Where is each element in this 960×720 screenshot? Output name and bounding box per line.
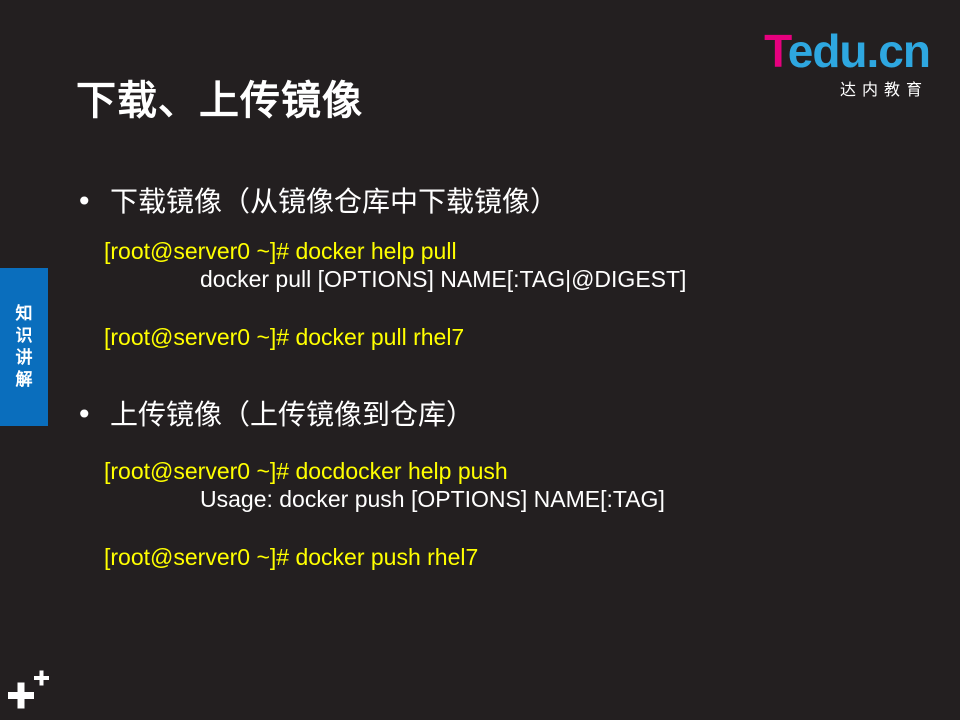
bullet-dot-icon: • [76, 185, 93, 218]
logo-wordmark: Tedu.cn [764, 25, 931, 77]
code-line: [root@server0 ~]# docker help pull [104, 238, 457, 264]
logo-letters-rest: edu.cn [787, 25, 931, 77]
slide-title: 下载、上传镜像 [76, 78, 363, 124]
code-line: [root@server0 ~]# docker push rhel7 [104, 544, 479, 570]
code-line: Usage: docker push [OPTIONS] NAME[:TAG] [200, 486, 665, 512]
code-block-download: [root@server0 ~]# docker help pull docke… [104, 237, 686, 351]
logo-subtitle: 达内教育 [839, 80, 928, 99]
bullet-download-image: • 下载镜像（从镜像仓库中下载镜像） [76, 180, 558, 220]
side-tab-char: 讲 [15, 348, 33, 368]
bullet-upload-image: • 上传镜像（上传镜像到仓库） [76, 393, 474, 433]
knowledge-explanation-tab: 知 识 讲 解 [0, 268, 48, 426]
tedu-logo: Tedu.cn 达内教育 [740, 25, 931, 99]
side-tab-char: 解 [15, 370, 33, 390]
bullet-dot-icon: • [76, 398, 93, 431]
code-block-upload: [root@server0 ~]# docdocker help push Us… [104, 457, 665, 571]
logo-letter-t: T [764, 25, 789, 77]
plus-decoration-icon [8, 670, 49, 709]
side-tab-char: 知 [15, 304, 33, 324]
code-line: docker pull [OPTIONS] NAME[:TAG|@DIGEST] [200, 266, 687, 292]
bullet-text: 下载镜像（从镜像仓库中下载镜像） [110, 185, 559, 218]
bullet-text: 上传镜像（上传镜像到仓库） [110, 398, 475, 431]
code-line: [root@server0 ~]# docker pull rhel7 [104, 324, 465, 350]
code-line: [root@server0 ~]# docdocker help push [104, 458, 508, 484]
side-tab-char: 识 [15, 326, 33, 346]
